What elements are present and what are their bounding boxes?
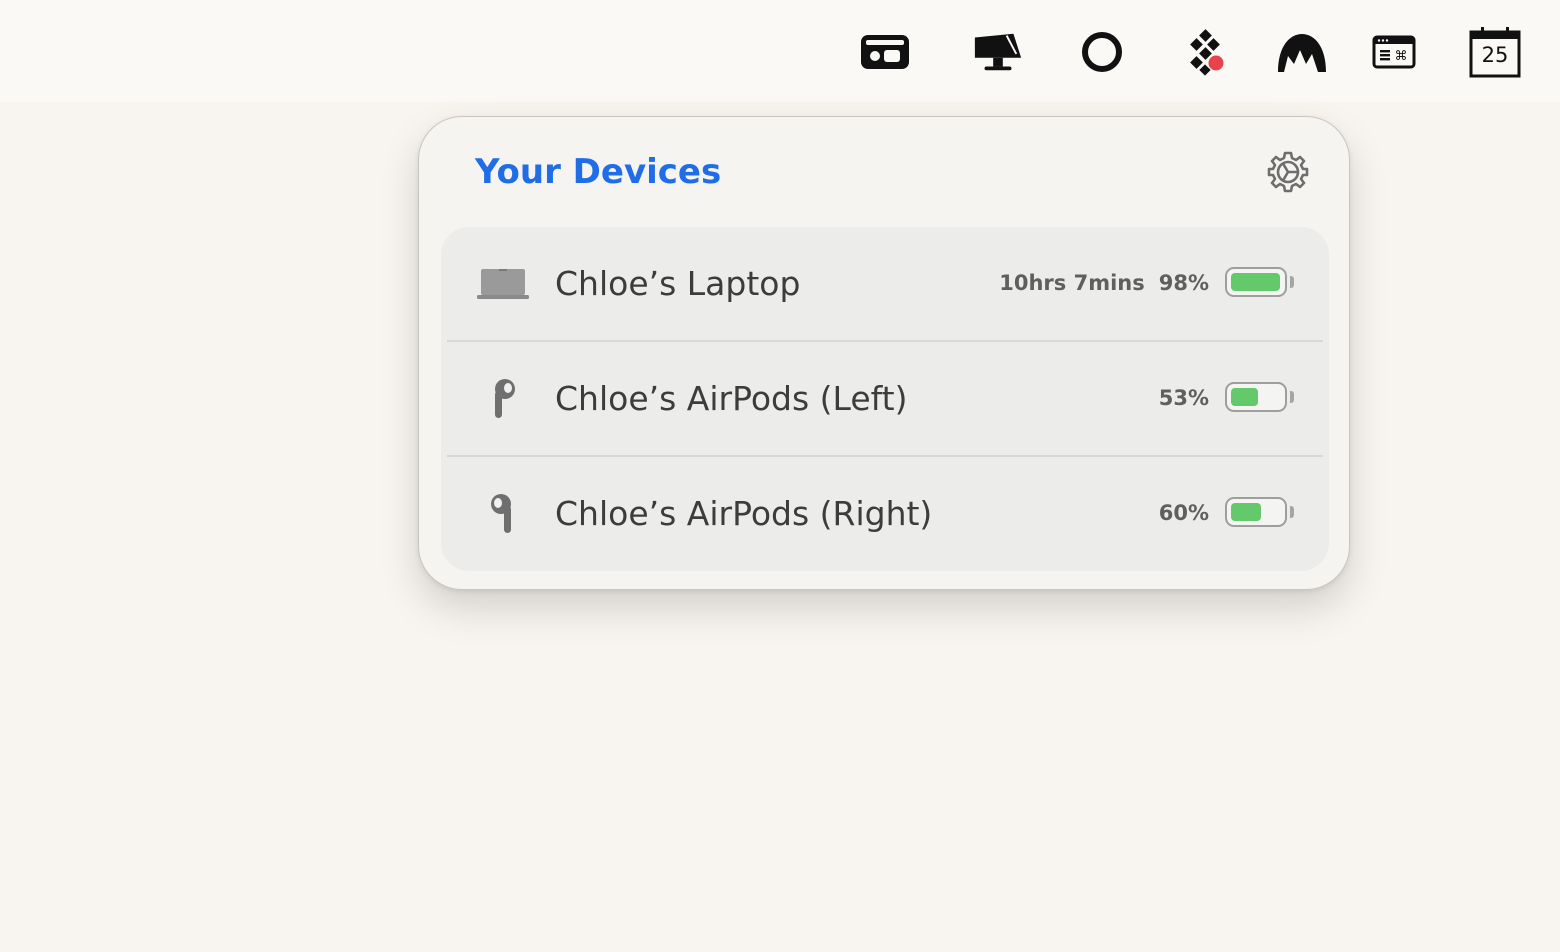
battery-fill: [1231, 388, 1258, 406]
battery-icon: [1225, 267, 1297, 301]
device-battery-info: 10hrs 7mins 98%: [999, 269, 1209, 297]
battery-icon: [1225, 382, 1297, 416]
display-lamp-icon[interactable]: [972, 26, 1024, 78]
ring-icon[interactable]: [1076, 26, 1128, 78]
popover-title: Your Devices: [475, 152, 722, 192]
battery-icon: [1225, 497, 1297, 531]
gear-icon: [1267, 151, 1309, 193]
dots-notification-icon[interactable]: [1180, 26, 1232, 78]
laptop-icon: [471, 259, 535, 309]
mountain-icon[interactable]: [1276, 26, 1328, 78]
airpod-right-icon: [471, 489, 535, 539]
keyboard-shortcut-icon[interactable]: ⌘: [1368, 26, 1420, 78]
cassette-icon[interactable]: [859, 26, 911, 78]
airpod-left-icon: [471, 374, 535, 424]
device-row-airpods-right[interactable]: Chloe’s AirPods (Right) 60%: [441, 457, 1329, 571]
battery-fill: [1231, 503, 1261, 521]
battery-percent: 53%: [1158, 386, 1209, 410]
device-row-laptop[interactable]: Chloe’s Laptop 10hrs 7mins 98%: [441, 227, 1329, 341]
device-list: Chloe’s Laptop 10hrs 7mins 98% Chloe’s Ai…: [441, 227, 1329, 571]
menu-bar: ⌘ 25: [0, 0, 1560, 102]
device-battery-info: 60%: [1159, 499, 1209, 527]
device-name: Chloe’s AirPods (Right): [555, 494, 933, 533]
device-battery-info: 53%: [1159, 384, 1209, 412]
svg-text:⌘: ⌘: [1395, 49, 1408, 64]
calendar-day-label: 25: [1481, 43, 1509, 67]
time-remaining: 10hrs 7mins: [999, 271, 1145, 295]
device-name: Chloe’s Laptop: [555, 264, 801, 303]
battery-percent: 60%: [1158, 501, 1209, 525]
battery-fill: [1231, 273, 1280, 291]
calendar-icon[interactable]: 25: [1468, 26, 1522, 78]
settings-button[interactable]: [1265, 149, 1311, 195]
battery-percent: 98%: [1158, 271, 1209, 295]
device-name: Chloe’s AirPods (Left): [555, 379, 908, 418]
device-row-airpods-left[interactable]: Chloe’s AirPods (Left) 53%: [441, 342, 1329, 456]
devices-popover: Your Devices Chloe’s Laptop 10hrs 7mins 9…: [418, 116, 1350, 590]
